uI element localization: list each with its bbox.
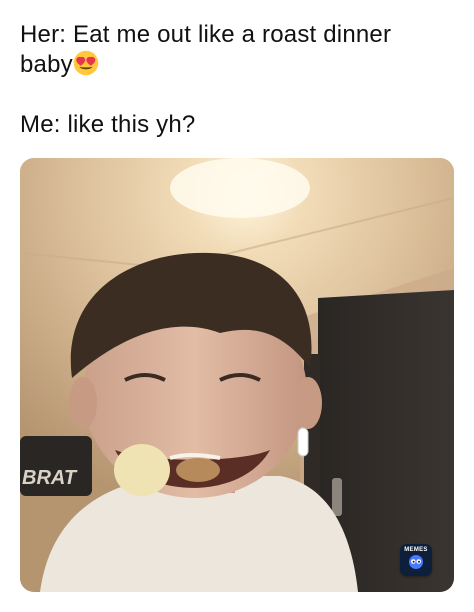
door-handle: [332, 478, 342, 516]
chair-logo-text: BRAT: [22, 467, 78, 489]
meme-photo: BRAT MEMES: [20, 158, 454, 592]
ceiling-light: [170, 158, 310, 218]
caption-line-her: Her: Eat me out like a roast dinner: [20, 21, 392, 48]
left-ear: [69, 377, 97, 429]
badge-label: MEMES: [404, 547, 428, 553]
right-ear: [294, 377, 322, 429]
earbud: [297, 427, 309, 457]
caption-line-me: Me: like this yh?: [20, 111, 196, 138]
roast-food: [176, 458, 220, 482]
meme-app-face-icon: [409, 555, 423, 569]
caption-line-baby: baby: [20, 50, 460, 80]
memes-app-badge: MEMES: [400, 544, 432, 576]
photo-illustration: BRAT: [20, 158, 454, 592]
roast-potato: [114, 444, 170, 496]
meme-caption: Her: Eat me out like a roast dinner baby…: [20, 20, 460, 140]
caption-word-baby: baby: [20, 51, 73, 78]
heart-eyes-emoji-icon: [73, 50, 99, 76]
